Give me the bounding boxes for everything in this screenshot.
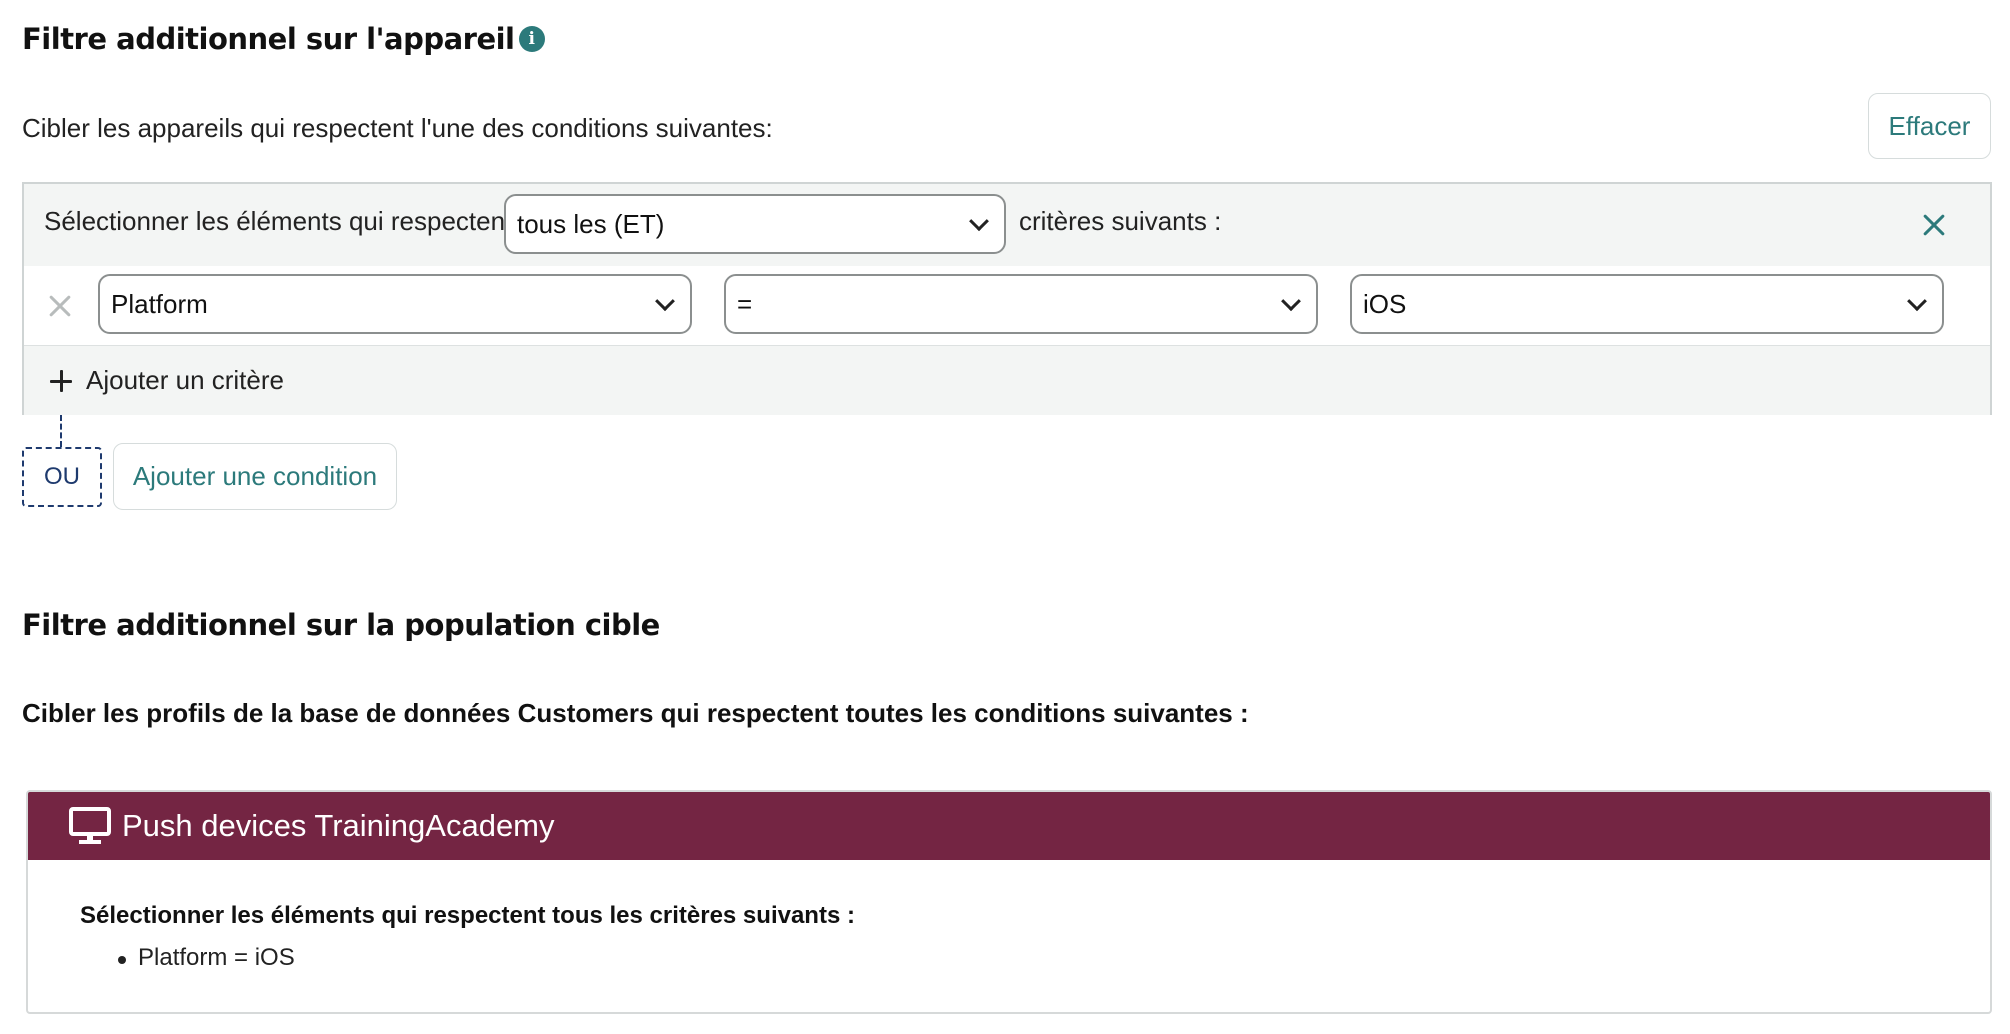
condition-header: Sélectionner les éléments qui respectent… [24,184,1990,266]
page: Filtre additionnel sur l'appareil i Cibl… [0,0,2010,1034]
chevron-down-icon [1907,291,1927,312]
chevron-down-icon [655,291,675,312]
condition-group: Sélectionner les éléments qui respectent… [22,182,1992,415]
add-condition-button[interactable]: Ajouter une condition [113,443,397,510]
list-item: Platform = iOS [118,944,855,972]
population-filter-title-text: Filtre additionnel sur la population cib… [22,608,660,642]
population-filter-intro: Cibler les profils de la base de données… [22,698,1249,728]
criterion-operator-value: = [737,288,753,319]
criterion-field-select[interactable]: Platform [98,274,692,334]
remove-criterion-icon[interactable] [45,291,75,321]
info-icon[interactable]: i [518,26,545,52]
chevron-down-icon [969,211,989,232]
match-operator-value: tous les (ET) [517,208,665,239]
population-card-header: Push devices TrainingAcademy [28,792,1990,860]
condition-prefix-label: Sélectionner les éléments qui respectent [44,206,513,236]
population-filter-title: Filtre additionnel sur la population cib… [22,608,660,642]
criterion-field-value: Platform [111,288,208,319]
device-filter-intro: Cibler les appareils qui respectent l'un… [22,113,773,143]
population-card: Push devices TrainingAcademy Sélectionne… [26,790,1992,1014]
device-filter-title-text: Filtre additionnel sur l'appareil [22,22,515,56]
plus-icon [50,369,72,392]
population-card-subtitle: Sélectionner les éléments qui respectent… [80,902,855,929]
or-button[interactable]: OU [22,447,102,507]
monitor-icon [69,807,111,844]
or-connector-line [60,415,62,447]
population-criteria-list: Platform = iOS [118,944,855,972]
criterion-row: Platform = iOS [24,266,1990,346]
criterion-operator-select[interactable]: = [724,274,1318,334]
device-filter-title: Filtre additionnel sur l'appareil i [22,22,545,56]
add-criterion-label: Ajouter un critère [86,365,284,395]
remove-condition-icon[interactable] [1919,210,1949,240]
condition-suffix-label: critères suivants : [1019,206,1222,236]
match-operator-select[interactable]: tous les (ET) [504,194,1006,254]
clear-button[interactable]: Effacer [1868,93,1991,159]
chevron-down-icon [1281,291,1301,312]
add-criterion-button[interactable]: Ajouter un critère [24,346,1990,415]
population-card-body: Sélectionner les éléments qui respectent… [80,902,855,972]
criterion-value-select[interactable]: iOS [1350,274,1944,334]
population-card-title: Push devices TrainingAcademy [122,808,555,843]
criterion-value-value: iOS [1363,288,1407,319]
